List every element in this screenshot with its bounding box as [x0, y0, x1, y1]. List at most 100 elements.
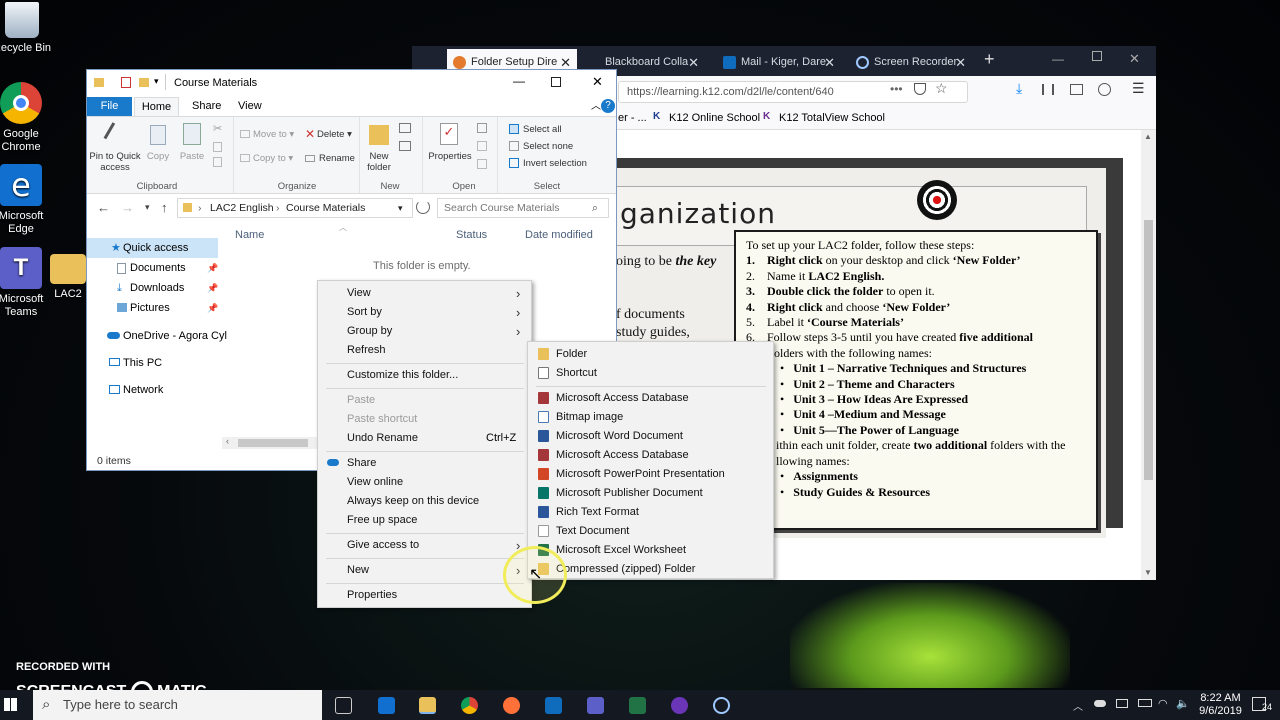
- tab-view[interactable]: View: [238, 97, 262, 116]
- menu-item-new[interactable]: New: [347, 561, 369, 580]
- horizontal-scrollbar[interactable]: ‹: [222, 436, 317, 449]
- pin-quick-access-button[interactable]: Pin to Quick access: [89, 151, 141, 173]
- edit-icon[interactable]: [477, 141, 487, 151]
- new-item-icon[interactable]: [399, 123, 411, 133]
- taskbar-clock[interactable]: 8:22 AM 9/6/2019: [1198, 692, 1243, 718]
- account-icon[interactable]: [1098, 83, 1111, 96]
- rename-button[interactable]: Rename: [319, 153, 355, 164]
- nav-item-documents[interactable]: Documents 📌: [87, 258, 219, 278]
- cut-icon[interactable]: ✂: [213, 122, 222, 135]
- onedrive-tray-icon[interactable]: [1094, 700, 1106, 707]
- menu-item-group-by[interactable]: Group by: [347, 322, 392, 341]
- new-folder-quick-icon[interactable]: [139, 78, 149, 87]
- pocket-icon[interactable]: [914, 83, 926, 95]
- copy-button[interactable]: Copy: [145, 151, 171, 162]
- close-icon[interactable]: ✕: [824, 49, 835, 76]
- chevron-up-icon[interactable]: ︿: [1073, 698, 1083, 713]
- tab-mail[interactable]: Mail - Kiger, Dare ✕: [717, 49, 841, 76]
- app-icon[interactable]: [671, 697, 688, 714]
- bookmark-star-icon[interactable]: ☆: [935, 80, 948, 97]
- battery-icon[interactable]: [1138, 699, 1152, 707]
- menu-item-view[interactable]: View: [347, 284, 371, 303]
- menu-item-view-online[interactable]: View online: [347, 473, 403, 492]
- copy-to-button[interactable]: Copy to ▾: [253, 153, 293, 164]
- menu-hamburger-icon[interactable]: ☰: [1132, 80, 1145, 97]
- ribbon-collapse-icon[interactable]: ︿: [591, 97, 601, 116]
- menu-item-paste-shortcut[interactable]: Paste shortcut: [347, 410, 417, 429]
- network-tray-icon[interactable]: [1116, 699, 1128, 708]
- scrollbar-thumb[interactable]: [238, 439, 308, 447]
- scrollbar-thumb[interactable]: [1144, 220, 1153, 480]
- pin-icon[interactable]: 📌: [207, 298, 218, 318]
- chevron-down-icon[interactable]: ▾: [398, 199, 403, 217]
- forward-icon[interactable]: →: [121, 200, 134, 215]
- properties-button[interactable]: Properties: [425, 151, 475, 162]
- scroll-left-icon[interactable]: ‹: [226, 436, 229, 446]
- invert-selection-button[interactable]: Invert selection: [523, 158, 587, 169]
- help-icon[interactable]: ?: [601, 99, 615, 113]
- nav-item-this-pc[interactable]: This PC: [87, 353, 219, 373]
- tab-file[interactable]: File: [87, 97, 132, 116]
- scroll-up-icon[interactable]: ▲: [1144, 132, 1152, 141]
- submenu-item-word[interactable]: Microsoft Word Document: [556, 427, 683, 446]
- maximize-icon[interactable]: [551, 77, 561, 87]
- volume-icon[interactable]: 🔈: [1176, 697, 1190, 710]
- column-header-status[interactable]: Status: [456, 229, 487, 241]
- close-icon[interactable]: ✕: [688, 49, 699, 76]
- open-icon[interactable]: [477, 123, 487, 133]
- select-none-button[interactable]: Select none: [523, 141, 573, 152]
- submenu-item-shortcut[interactable]: Shortcut: [556, 364, 597, 383]
- select-all-button[interactable]: Select all: [523, 124, 562, 135]
- nav-item-quick-access[interactable]: ★ Quick access: [87, 238, 218, 258]
- desktop-icon-chrome[interactable]: Google Chrome: [0, 82, 56, 154]
- submenu-item-publisher[interactable]: Microsoft Publisher Document: [556, 484, 703, 503]
- column-header-name[interactable]: Name: [235, 229, 264, 241]
- teams-icon[interactable]: [587, 697, 604, 714]
- easy-access-icon[interactable]: [399, 141, 411, 151]
- refresh-icon[interactable]: [416, 200, 430, 214]
- sidebar-icon[interactable]: [1070, 84, 1083, 95]
- pin-icon[interactable]: 📌: [207, 278, 218, 298]
- menu-item-paste[interactable]: Paste: [347, 391, 375, 410]
- edge-icon[interactable]: [378, 697, 395, 714]
- search-input[interactable]: Search Course Materials ⌕: [437, 198, 609, 218]
- submenu-item-access-database[interactable]: Microsoft Access Database: [556, 446, 689, 465]
- up-icon[interactable]: ↑: [161, 200, 168, 215]
- desktop-icon-recycle-bin[interactable]: Recycle Bin: [0, 2, 57, 55]
- copy-path-icon[interactable]: [213, 142, 222, 152]
- chrome-icon[interactable]: [461, 697, 478, 714]
- delete-button[interactable]: Delete ▾: [317, 129, 352, 140]
- maximize-icon[interactable]: [1092, 51, 1102, 61]
- taskbar-search-input[interactable]: ⌕ Type here to search: [33, 690, 322, 720]
- submenu-item-access-database[interactable]: Microsoft Access Database: [556, 389, 689, 408]
- excel-icon[interactable]: [629, 697, 646, 714]
- tab-home[interactable]: Home: [134, 97, 179, 116]
- breadcrumb-item[interactable]: Course Materials: [286, 199, 365, 217]
- breadcrumb-item[interactable]: LAC2 English: [210, 199, 274, 217]
- submenu-item-excel[interactable]: Microsoft Excel Worksheet: [556, 541, 686, 560]
- recent-locations-chevron-icon[interactable]: ▾: [145, 202, 150, 213]
- minimize-icon[interactable]: —: [513, 74, 525, 88]
- tab-share[interactable]: Share: [192, 97, 221, 116]
- page-actions-icon[interactable]: •••: [890, 82, 903, 96]
- nav-item-onedrive[interactable]: OneDrive - Agora Cyl: [87, 326, 227, 346]
- menu-item-undo-rename[interactable]: Undo Rename: [347, 429, 418, 448]
- close-icon[interactable]: ✕: [592, 74, 603, 90]
- paste-shortcut-icon[interactable]: [213, 157, 222, 167]
- back-icon[interactable]: ←: [97, 200, 110, 215]
- menu-item-give-access[interactable]: Give access to: [347, 536, 419, 555]
- library-icon[interactable]: [1042, 84, 1054, 95]
- bookmark-item[interactable]: er - ...: [618, 112, 647, 124]
- nav-item-downloads[interactable]: ⤓ Downloads 📌: [87, 278, 219, 298]
- close-window-icon[interactable]: ✕: [1129, 51, 1140, 67]
- scroll-down-icon[interactable]: ▼: [1144, 568, 1152, 577]
- task-view-icon[interactable]: [335, 697, 352, 714]
- new-tab-plus-icon[interactable]: +: [984, 49, 995, 70]
- pin-icon[interactable]: 📌: [207, 258, 218, 278]
- menu-item-refresh[interactable]: Refresh: [347, 341, 386, 360]
- nav-item-network[interactable]: Network: [87, 380, 219, 400]
- nav-item-pictures[interactable]: Pictures 📌: [87, 298, 219, 318]
- bookmark-k12-totalview[interactable]: K12 TotalView School: [779, 112, 885, 124]
- properties-check-icon[interactable]: [121, 77, 131, 88]
- file-explorer-icon[interactable]: [419, 697, 436, 714]
